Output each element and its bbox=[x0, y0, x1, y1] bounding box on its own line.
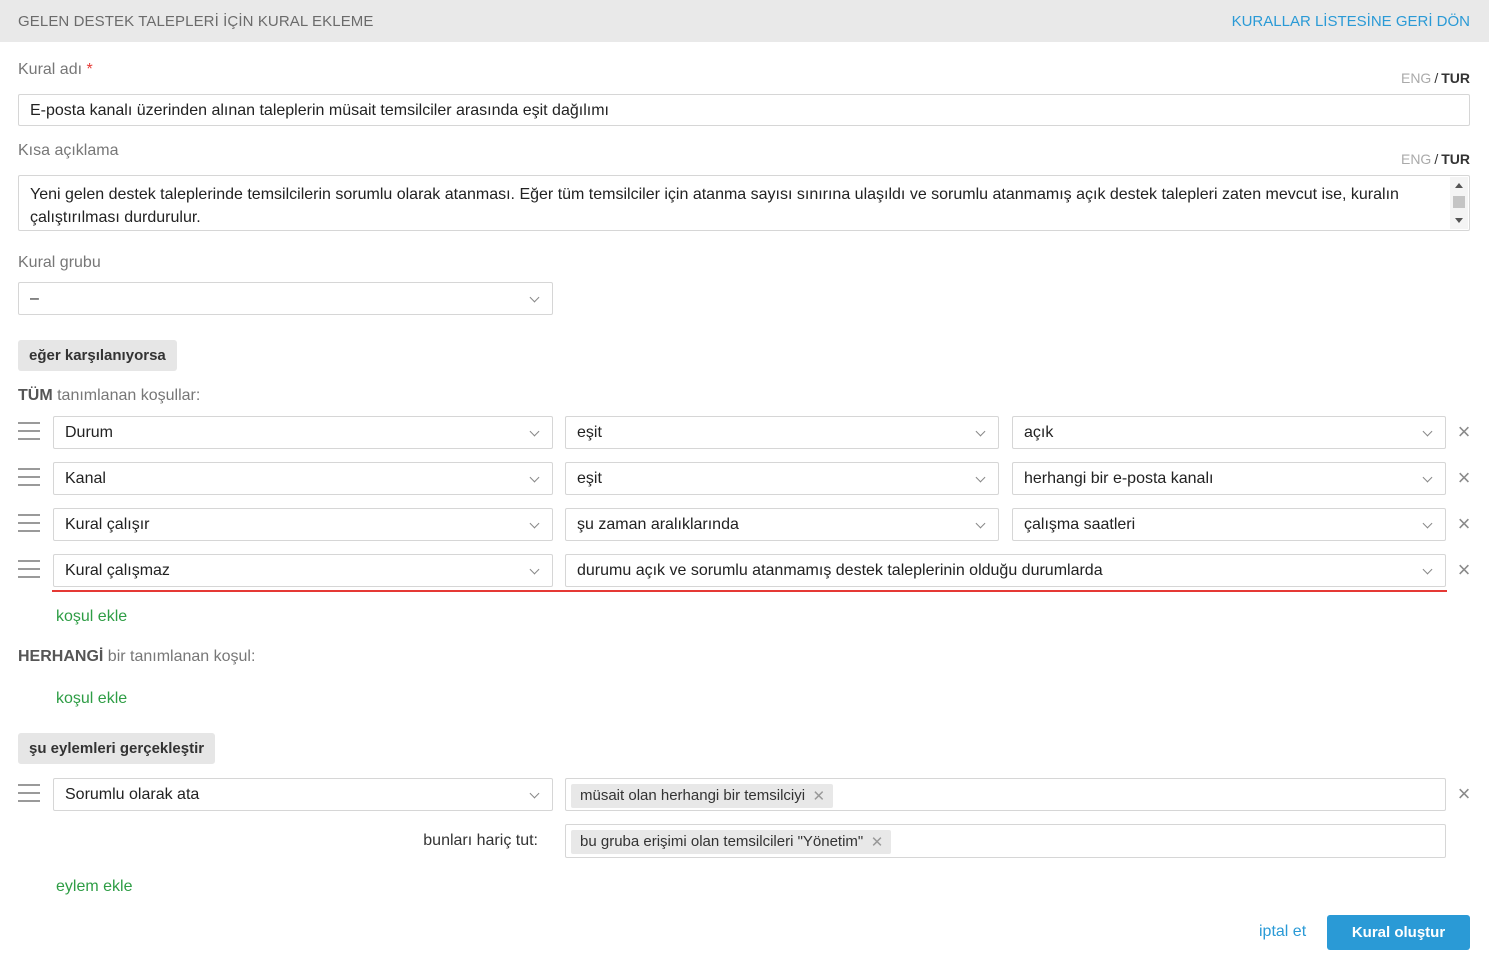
cancel-link[interactable]: iptal et bbox=[1259, 923, 1306, 941]
any-condition-suffix: bir tanımlanan koşul: bbox=[107, 648, 256, 665]
condition-value-select[interactable]: çalışma saatleri bbox=[1012, 508, 1446, 541]
action-type-value: Sorumlu olarak ata bbox=[65, 786, 200, 803]
condition-value-value: çalışma saatleri bbox=[1024, 516, 1136, 533]
condition-value-select[interactable]: açık bbox=[1012, 416, 1446, 449]
rule-group-select[interactable]: – bbox=[18, 282, 553, 315]
condition-field-select[interactable]: Kural çalışmaz bbox=[53, 554, 553, 587]
condition-field-value: Kural çalışır bbox=[65, 516, 150, 533]
condition-field-select[interactable]: Durum bbox=[53, 416, 553, 449]
chevron-down-icon bbox=[975, 426, 986, 437]
rule-name-value: E-posta kanalı üzerinden alınan talepler… bbox=[30, 102, 609, 119]
chevron-down-icon bbox=[1422, 472, 1433, 483]
conditions-section-label: eğer karşılanıyorsa bbox=[18, 340, 177, 371]
condition-operator-select[interactable]: eşit bbox=[565, 416, 999, 449]
lang-eng-option[interactable]: ENG bbox=[1401, 151, 1431, 167]
remove-condition-close-icon[interactable]: × bbox=[1456, 513, 1472, 535]
condition-operator-select[interactable]: durumu açık ve sorumlu atanmamış destek … bbox=[565, 554, 1446, 587]
chevron-down-icon bbox=[1422, 426, 1433, 437]
action-type-select[interactable]: Sorumlu olarak ata bbox=[53, 778, 553, 811]
lang-separator: / bbox=[1434, 151, 1439, 167]
rule-group-label: Kural grubu bbox=[18, 254, 101, 271]
chevron-down-icon bbox=[529, 564, 540, 575]
remove-action-close-icon[interactable]: × bbox=[1456, 783, 1472, 805]
drag-handle-icon[interactable] bbox=[18, 468, 40, 488]
condition-operator-value: eşit bbox=[577, 470, 602, 487]
remove-condition-close-icon[interactable]: × bbox=[1456, 559, 1472, 581]
all-conditions-prefix: TÜM bbox=[18, 387, 53, 404]
condition-value-value: herhangi bir e-posta kanalı bbox=[1024, 470, 1214, 487]
remove-tag-close-icon[interactable]: ✕ bbox=[871, 833, 884, 851]
back-to-rules-link[interactable]: KURALLAR LİSTESİNE GERİ DÖN bbox=[1232, 13, 1470, 30]
page-header: GELEN DESTEK TALEPLERİ İÇİN KURAL EKLEME… bbox=[0, 0, 1489, 42]
exclude-tag: bu gruba erişimi olan temsilcileri "Yöne… bbox=[571, 830, 892, 854]
language-switch-description: ENG / TUR bbox=[1401, 151, 1470, 167]
chevron-down-icon bbox=[529, 518, 540, 529]
add-condition-link[interactable]: koşul ekle bbox=[56, 608, 127, 626]
chevron-down-icon bbox=[529, 472, 540, 483]
action-target-tag: müsait olan herhangi bir temsilciyi ✕ bbox=[571, 784, 834, 808]
chevron-down-icon bbox=[1422, 564, 1433, 575]
chevron-down-icon bbox=[529, 426, 540, 437]
drag-handle-icon[interactable] bbox=[18, 560, 40, 580]
actions-section-label: şu eylemleri gerçekleştir bbox=[18, 733, 216, 764]
any-condition-label: HERHANGİ bir tanımlanan koşul: bbox=[18, 648, 255, 666]
rule-group-value: – bbox=[30, 290, 39, 307]
description-scrollbar[interactable] bbox=[1450, 177, 1468, 229]
condition-field-select[interactable]: Kural çalışır bbox=[53, 508, 553, 541]
create-rule-button[interactable]: Kural oluştur bbox=[1327, 915, 1470, 950]
exclude-tag-label: bu gruba erişimi olan temsilcileri "Yöne… bbox=[580, 833, 864, 850]
condition-value-value: açık bbox=[1024, 424, 1054, 441]
condition-operator-value: şu zaman aralıklarında bbox=[577, 516, 739, 533]
exclude-label: bunları hariç tut: bbox=[423, 832, 538, 849]
rule-name-label: Kural adı * bbox=[18, 61, 93, 79]
condition-operator-select[interactable]: eşit bbox=[565, 462, 999, 495]
required-mark: * bbox=[86, 61, 93, 78]
chevron-down-icon bbox=[529, 292, 540, 303]
exclude-multiselect[interactable]: bu gruba erişimi olan temsilcileri "Yöne… bbox=[565, 824, 1446, 858]
condition-field-value: Kanal bbox=[65, 470, 106, 487]
drag-handle-icon[interactable] bbox=[18, 514, 40, 534]
condition-operator-value: durumu açık ve sorumlu atanmamış destek … bbox=[577, 562, 1103, 579]
chevron-down-icon bbox=[1422, 518, 1433, 529]
action-target-multiselect[interactable]: müsait olan herhangi bir temsilciyi ✕ bbox=[565, 778, 1446, 811]
all-conditions-label: TÜM tanımlanan koşullar: bbox=[18, 387, 200, 405]
condition-field-value: Durum bbox=[65, 424, 114, 441]
rule-name-label-text: Kural adı bbox=[18, 61, 83, 78]
all-conditions-suffix: tanımlanan koşullar: bbox=[57, 387, 201, 404]
remove-condition-close-icon[interactable]: × bbox=[1456, 467, 1472, 489]
lang-eng-option[interactable]: ENG bbox=[1401, 70, 1431, 86]
highlight-underline bbox=[52, 590, 1447, 592]
language-switch-name: ENG / TUR bbox=[1401, 70, 1470, 86]
scroll-thumb[interactable] bbox=[1453, 196, 1465, 208]
rule-name-input[interactable]: E-posta kanalı üzerinden alınan talepler… bbox=[18, 94, 1470, 126]
action-target-tag-label: müsait olan herhangi bir temsilciyi bbox=[580, 787, 806, 804]
condition-operator-value: eşit bbox=[577, 424, 602, 441]
description-label: Kısa açıklama bbox=[18, 142, 119, 159]
lang-tur-option[interactable]: TUR bbox=[1441, 70, 1470, 86]
description-value: Yeni gelen destek taleplerinde temsilcil… bbox=[30, 186, 1399, 226]
chevron-down-icon bbox=[975, 472, 986, 483]
lang-tur-option[interactable]: TUR bbox=[1441, 151, 1470, 167]
condition-operator-select[interactable]: şu zaman aralıklarında bbox=[565, 508, 999, 541]
lang-separator: / bbox=[1434, 70, 1439, 86]
drag-handle-icon[interactable] bbox=[18, 422, 40, 442]
any-condition-prefix: HERHANGİ bbox=[18, 648, 104, 665]
scroll-up-icon[interactable] bbox=[1455, 183, 1463, 188]
condition-value-select[interactable]: herhangi bir e-posta kanalı bbox=[1012, 462, 1446, 495]
chevron-down-icon bbox=[529, 788, 540, 799]
scroll-down-icon[interactable] bbox=[1455, 218, 1463, 223]
add-any-condition-link[interactable]: koşul ekle bbox=[56, 690, 127, 708]
condition-field-value: Kural çalışmaz bbox=[65, 562, 170, 579]
description-textarea[interactable]: Yeni gelen destek taleplerinde temsilcil… bbox=[18, 175, 1470, 231]
condition-field-select[interactable]: Kanal bbox=[53, 462, 553, 495]
page-title: GELEN DESTEK TALEPLERİ İÇİN KURAL EKLEME bbox=[18, 13, 374, 30]
remove-condition-close-icon[interactable]: × bbox=[1456, 421, 1472, 443]
add-action-link[interactable]: eylem ekle bbox=[56, 878, 132, 896]
remove-tag-close-icon[interactable]: ✕ bbox=[813, 787, 826, 805]
chevron-down-icon bbox=[975, 518, 986, 529]
drag-handle-icon[interactable] bbox=[18, 784, 40, 804]
